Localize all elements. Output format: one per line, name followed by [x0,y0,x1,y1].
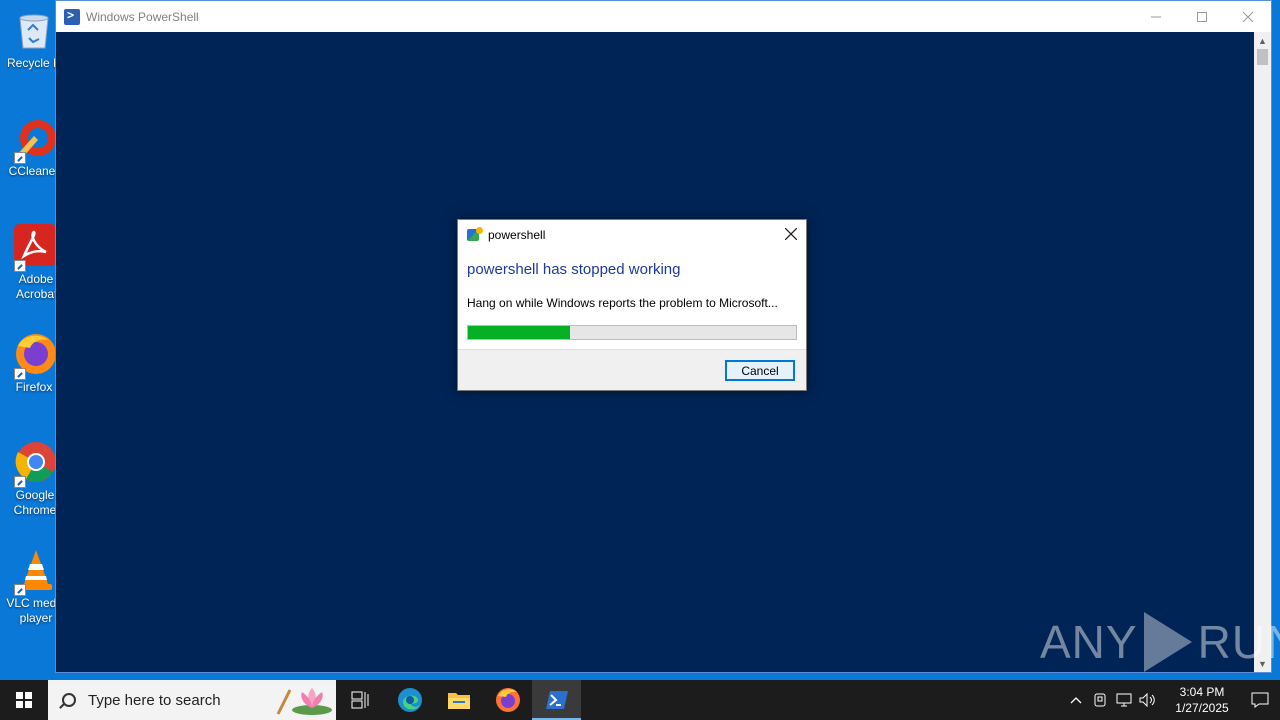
error-reporting-icon [467,227,483,243]
maximize-button[interactable] [1179,1,1225,32]
search-icon [62,693,76,707]
shortcut-arrow-icon [14,260,26,272]
search-placeholder: Type here to search [88,691,221,709]
desktop-icon-label: CCleaner [8,164,60,178]
clock-time: 3:04 PM [1179,685,1225,699]
close-button[interactable] [1225,1,1271,32]
taskbar-task-view[interactable] [336,680,385,720]
chrome-icon [12,440,56,488]
shortcut-arrow-icon [14,476,26,488]
firefox-icon [495,688,520,712]
dialog-titlebar[interactable]: powershell [458,220,806,250]
scrollbar-thumb[interactable] [1257,49,1268,65]
network-icon[interactable] [1112,693,1136,707]
edge-icon [397,688,422,712]
taskbar-clock[interactable]: 3:04 PM 1/27/2025 [1164,684,1240,716]
dialog-message: Hang on while Windows reports the proble… [467,296,778,310]
close-icon [1243,11,1253,22]
shortcut-arrow-icon [14,368,26,380]
taskbar: Type here to search 3:04 PM 1/27/2025 [0,680,1280,720]
anyrun-watermark: ANY RUN [1040,612,1280,672]
task-view-icon [351,691,368,709]
cancel-button[interactable]: Cancel [725,360,795,381]
maximize-icon [1197,11,1207,22]
file-explorer-icon [447,693,470,709]
minimize-icon [1151,16,1161,17]
clock-date: 1/27/2025 [1175,701,1229,715]
powershell-icon [64,8,80,25]
adobe-acrobat-icon [12,224,56,272]
desktop-icon-label: Adobe Acrobat [16,272,56,301]
search-highlight-lotus-icon [276,688,332,715]
system-tray: 3:04 PM 1/27/2025 [1064,680,1280,720]
vlc-icon [12,548,56,596]
taskbar-powershell[interactable] [532,680,581,720]
dialog-heading: powershell has stopped working [467,261,681,278]
play-logo-icon [1143,612,1192,672]
error-dialog[interactable]: powershell powershell has stopped workin… [457,219,807,391]
desktop-icon-label: Firefox [15,380,53,394]
scroll-up-icon[interactable]: ▲ [1254,32,1271,49]
taskbar-edge[interactable] [385,680,434,720]
search-box[interactable]: Type here to search [48,680,336,720]
minimize-button[interactable] [1133,1,1179,32]
vertical-scrollbar[interactable]: ▲ ▼ [1254,32,1271,672]
start-button[interactable] [0,680,48,720]
device-icon[interactable] [1088,693,1112,707]
dialog-title: powershell [488,228,546,242]
dialog-footer: Cancel [458,349,806,390]
window-title: Windows PowerShell [86,9,199,24]
windows-logo-icon [16,692,32,708]
notification-icon [1251,692,1269,708]
window-titlebar[interactable]: Windows PowerShell [56,1,1271,32]
action-center-button[interactable] [1240,692,1280,708]
powershell-icon [545,691,568,709]
ccleaner-icon [12,116,56,164]
shortcut-arrow-icon [14,152,26,164]
progress-fill [468,326,570,339]
close-icon [785,228,797,240]
firefox-icon [12,332,56,380]
show-hidden-icons-icon[interactable] [1064,696,1088,704]
window-controls [1133,1,1271,32]
recycle-bin-icon [12,8,56,52]
dialog-close-button[interactable] [776,220,806,248]
taskbar-firefox[interactable] [483,680,532,720]
volume-icon[interactable] [1136,693,1160,707]
report-progress-bar [467,325,797,340]
desktop-icon-label: Google Chrome [13,488,57,517]
shortcut-arrow-icon [14,584,26,596]
taskbar-file-explorer[interactable] [434,680,483,720]
watermark-left: ANY [1040,616,1138,668]
watermark-right: RUN [1197,616,1280,668]
